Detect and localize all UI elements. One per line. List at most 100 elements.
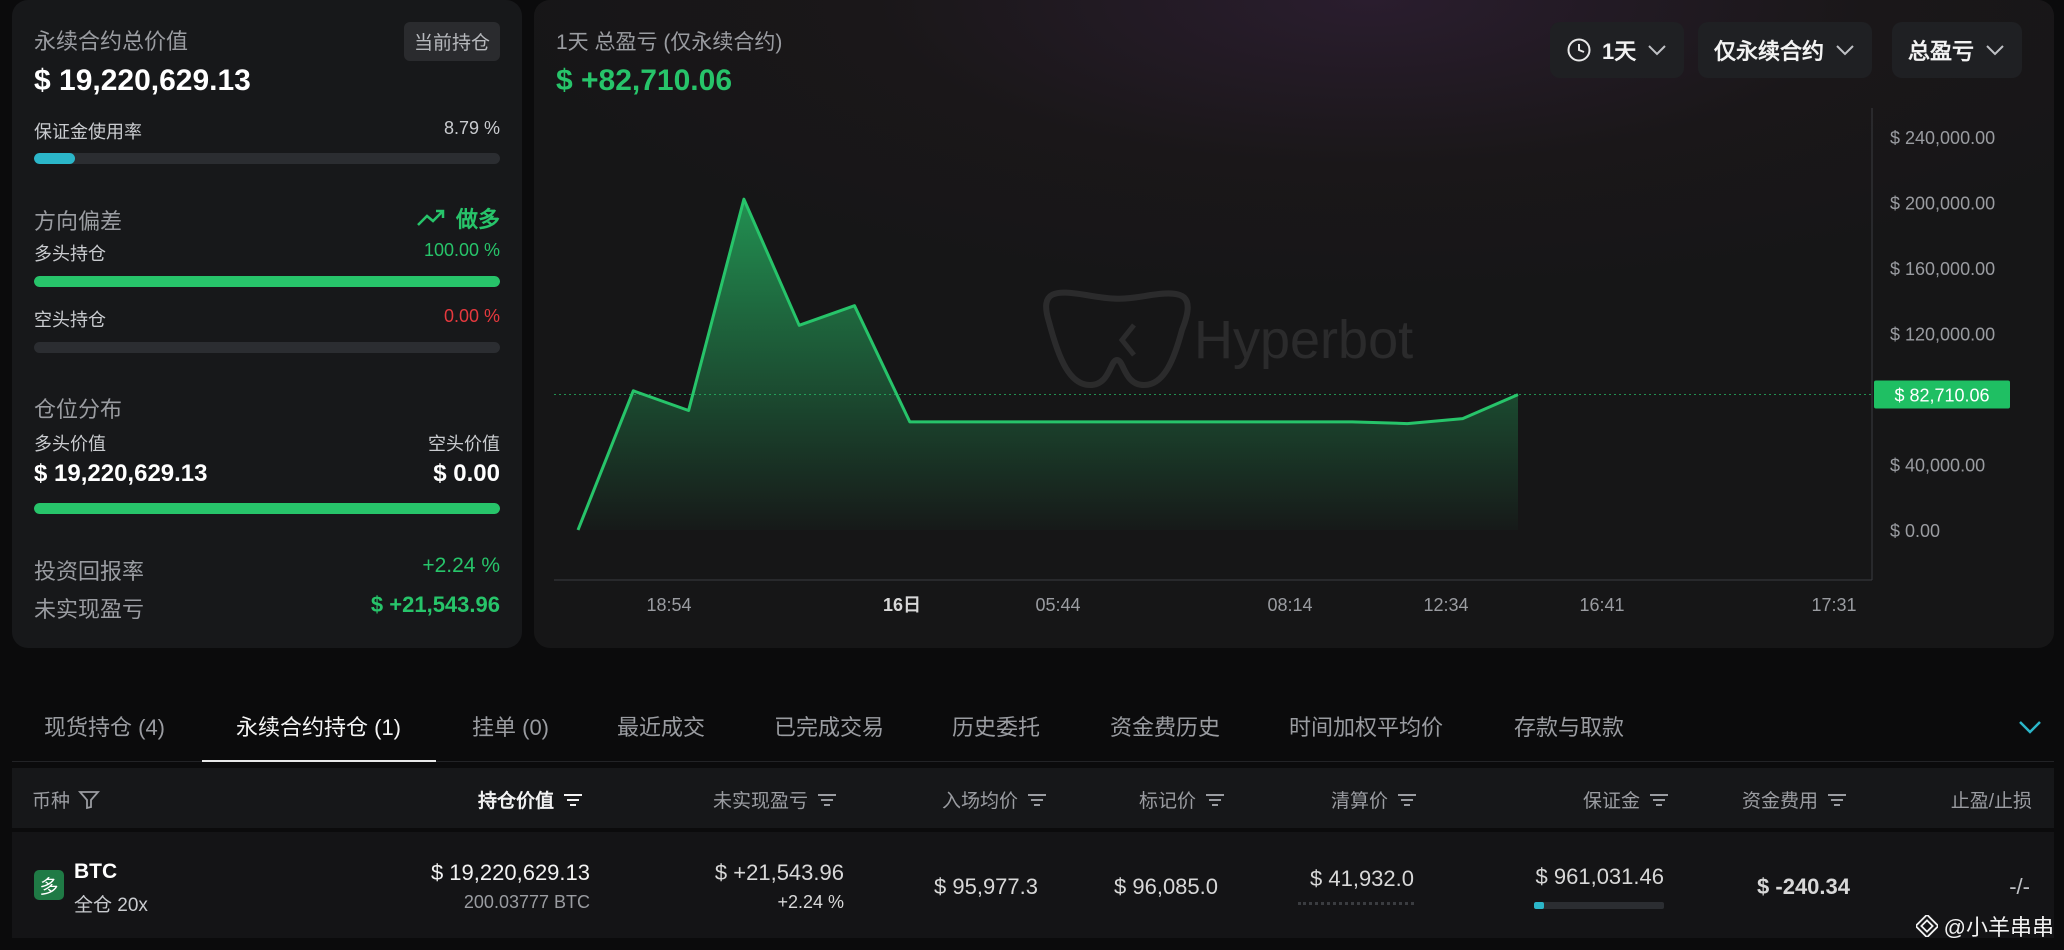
collapse-chevron-icon[interactable] (2016, 718, 2044, 736)
watermark-text: Hyperbot (1194, 310, 1413, 370)
unrealized-pnl-label: 未实现盈亏 (34, 597, 145, 622)
y-tick-label: $ 120,000.00 (1890, 325, 1995, 345)
col-funding-label: 资金费用 (1741, 791, 1818, 812)
long-side-badge: 多 (34, 870, 64, 900)
active-tab-underline (202, 760, 436, 762)
col-margin[interactable]: 保证金 (1583, 786, 1670, 813)
col-tpsl: 止盈/止损 (1950, 791, 2032, 812)
tab-twap[interactable]: 时间加权平均价 (1289, 710, 1443, 742)
col-unrealized-pnl[interactable]: 未实现盈亏 (713, 786, 838, 813)
direction-value: 做多 (455, 207, 500, 232)
position-value: $ 19,220,629.13 (430, 860, 590, 885)
margin-value: $ 961,031.46 (1535, 864, 1664, 889)
margin-bar (1534, 902, 1664, 909)
position-size: 200.03777 BTC (463, 892, 590, 912)
col-position-value[interactable]: 持仓价值 (478, 786, 584, 813)
positions-tab-bar: 现货持仓 (4) 永续合约持仓 (1) 挂单 (0) 最近成交 已完成交易 历史… (12, 690, 2054, 762)
positions-table-header: 币种 持仓价值 未实现盈亏 入场均价 标记价 清算价 保证金 资金费用 止盈/止… (12, 768, 2054, 828)
hyperbot-watermark: Hyperbot (1043, 289, 1413, 389)
sort-icon[interactable] (1648, 792, 1670, 808)
x-tick-label: 16日 (883, 595, 921, 615)
hyperbot-logo-chevron (1118, 323, 1136, 357)
tab-funding-history[interactable]: 资金费历史 (1110, 710, 1220, 742)
col-unrealized-pnl-label: 未实现盈亏 (712, 791, 808, 812)
y-tick-label: $ 0.00 (1890, 521, 1940, 541)
short-position-bar (34, 342, 500, 353)
portfolio-summary-card: 永续合约总价值 当前持仓 $ 19,220,629.13 保证金使用率 8.79… (12, 0, 522, 648)
col-entry-price[interactable]: 入场均价 (942, 786, 1048, 813)
x-tick-label: 18:54 (646, 595, 691, 615)
short-position-pct: 0.00 % (443, 306, 500, 326)
total-value: $ 19,220,629.13 (34, 64, 251, 97)
long-position-bar (34, 276, 500, 287)
x-tick-label: 17:31 (1811, 595, 1856, 615)
x-tick-label: 08:14 (1267, 595, 1312, 615)
funding-fee: $ -240.34 (1757, 874, 1850, 899)
sort-icon[interactable] (1204, 792, 1226, 808)
margin-usage-label: 保证金使用率 (34, 122, 142, 142)
col-mark-price[interactable]: 标记价 (1139, 786, 1226, 813)
long-position-label: 多头持仓 (34, 244, 106, 264)
sort-icon[interactable] (1026, 792, 1048, 808)
tab-open-orders[interactable]: 挂单 (0) (472, 710, 549, 742)
sort-icon[interactable] (1826, 792, 1848, 808)
x-tick-label: 16:41 (1579, 595, 1624, 615)
sort-icon[interactable] (816, 792, 838, 808)
current-positions-badge[interactable]: 当前持仓 (403, 22, 500, 61)
long-position-fill (34, 276, 500, 287)
liq-price-underline (1298, 902, 1414, 905)
col-position-value-label: 持仓价值 (477, 791, 554, 812)
col-entry-price-label: 入场均价 (941, 791, 1018, 812)
current-value-label: $ 82,710.06 (1894, 386, 1989, 406)
hyperbot-logo-icon (1043, 289, 1191, 389)
direction-indicator: 做多 (416, 202, 500, 234)
col-funding[interactable]: 资金费用 (1742, 786, 1848, 813)
x-tick-label: 12:34 (1423, 595, 1468, 615)
tab-perp-positions[interactable]: 永续合约持仓 (1) (236, 710, 401, 742)
liq-price: $ 41,932.0 (1310, 866, 1414, 891)
row-unrealized-pnl: $ +21,543.96 (714, 860, 844, 885)
col-coin-label: 币种 (32, 791, 71, 812)
distribution-bar (34, 503, 500, 514)
footer-watermark-text: @小羊串串 (1943, 915, 2054, 940)
tab-spot-holdings[interactable]: 现货持仓 (4) (44, 710, 165, 742)
pnl-chart-card: 1天 总盈亏 (仅永续合约) $ +82,710.06 1天 仅永续合约 总盈亏… (534, 0, 2054, 648)
row-unrealized-pct: +2.24 % (777, 892, 844, 912)
summary-title: 永续合约总价值 (34, 29, 189, 54)
entry-price: $ 95,977.3 (934, 874, 1038, 899)
unrealized-pnl-value: $ +21,543.96 (370, 592, 500, 617)
funnel-filter-icon[interactable] (78, 790, 100, 810)
tab-completed-trades[interactable]: 已完成交易 (774, 710, 884, 742)
col-margin-label: 保证金 (1582, 791, 1640, 812)
margin-bar-fill (1534, 902, 1545, 909)
tab-order-history[interactable]: 历史委托 (952, 710, 1040, 742)
short-position-label: 空头持仓 (34, 310, 106, 330)
tab-recent-fills[interactable]: 最近成交 (617, 710, 705, 742)
mark-price: $ 96,085.0 (1114, 874, 1218, 899)
col-coin[interactable]: 币种 (32, 786, 100, 813)
short-value-label: 空头价值 (428, 434, 500, 454)
y-tick-label: $ 160,000.00 (1890, 259, 1995, 279)
leverage-label[interactable]: 全仓 20x (74, 890, 148, 917)
sort-icon[interactable] (1396, 792, 1418, 808)
pnl-area-chart[interactable]: Hyperbot $ 82,710.06 $ 240,000.00 $ 200,00… (534, 0, 2054, 648)
short-value: $ 0.00 (433, 460, 500, 487)
roi-label: 投资回报率 (34, 559, 145, 584)
x-tick-label: 05:44 (1035, 595, 1080, 615)
trending-up-icon (417, 209, 445, 226)
distribution-fill (34, 503, 500, 514)
direction-label: 方向偏差 (34, 209, 123, 234)
coin-name[interactable]: BTC (74, 860, 117, 884)
footer-watermark: @小羊串串 (1915, 910, 2054, 942)
col-mark-price-label: 标记价 (1138, 791, 1196, 812)
sort-icon[interactable] (562, 792, 584, 808)
long-value-label: 多头价值 (34, 434, 106, 454)
tab-deposits-withdrawals[interactable]: 存款与取款 (1514, 710, 1624, 742)
roi-value: +2.24 % (422, 554, 500, 577)
y-tick-label: $ 240,000.00 (1890, 128, 1995, 148)
y-tick-label: $ 200,000.00 (1890, 194, 1995, 214)
table-row[interactable]: 多 BTC 全仓 20x $ 19,220,629.13 200.03777 B… (12, 832, 2054, 938)
col-liq-price[interactable]: 清算价 (1331, 786, 1418, 813)
long-position-pct: 100.00 % (423, 240, 500, 260)
tpsl-value[interactable]: -/- (2009, 874, 2030, 900)
